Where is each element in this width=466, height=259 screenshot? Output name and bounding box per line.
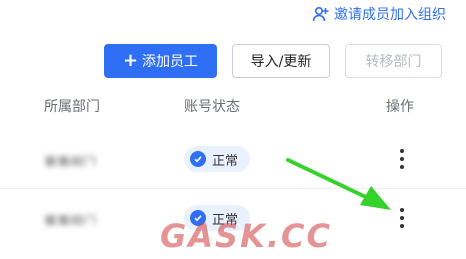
watermark-logo: GASK.CC	[160, 217, 332, 255]
